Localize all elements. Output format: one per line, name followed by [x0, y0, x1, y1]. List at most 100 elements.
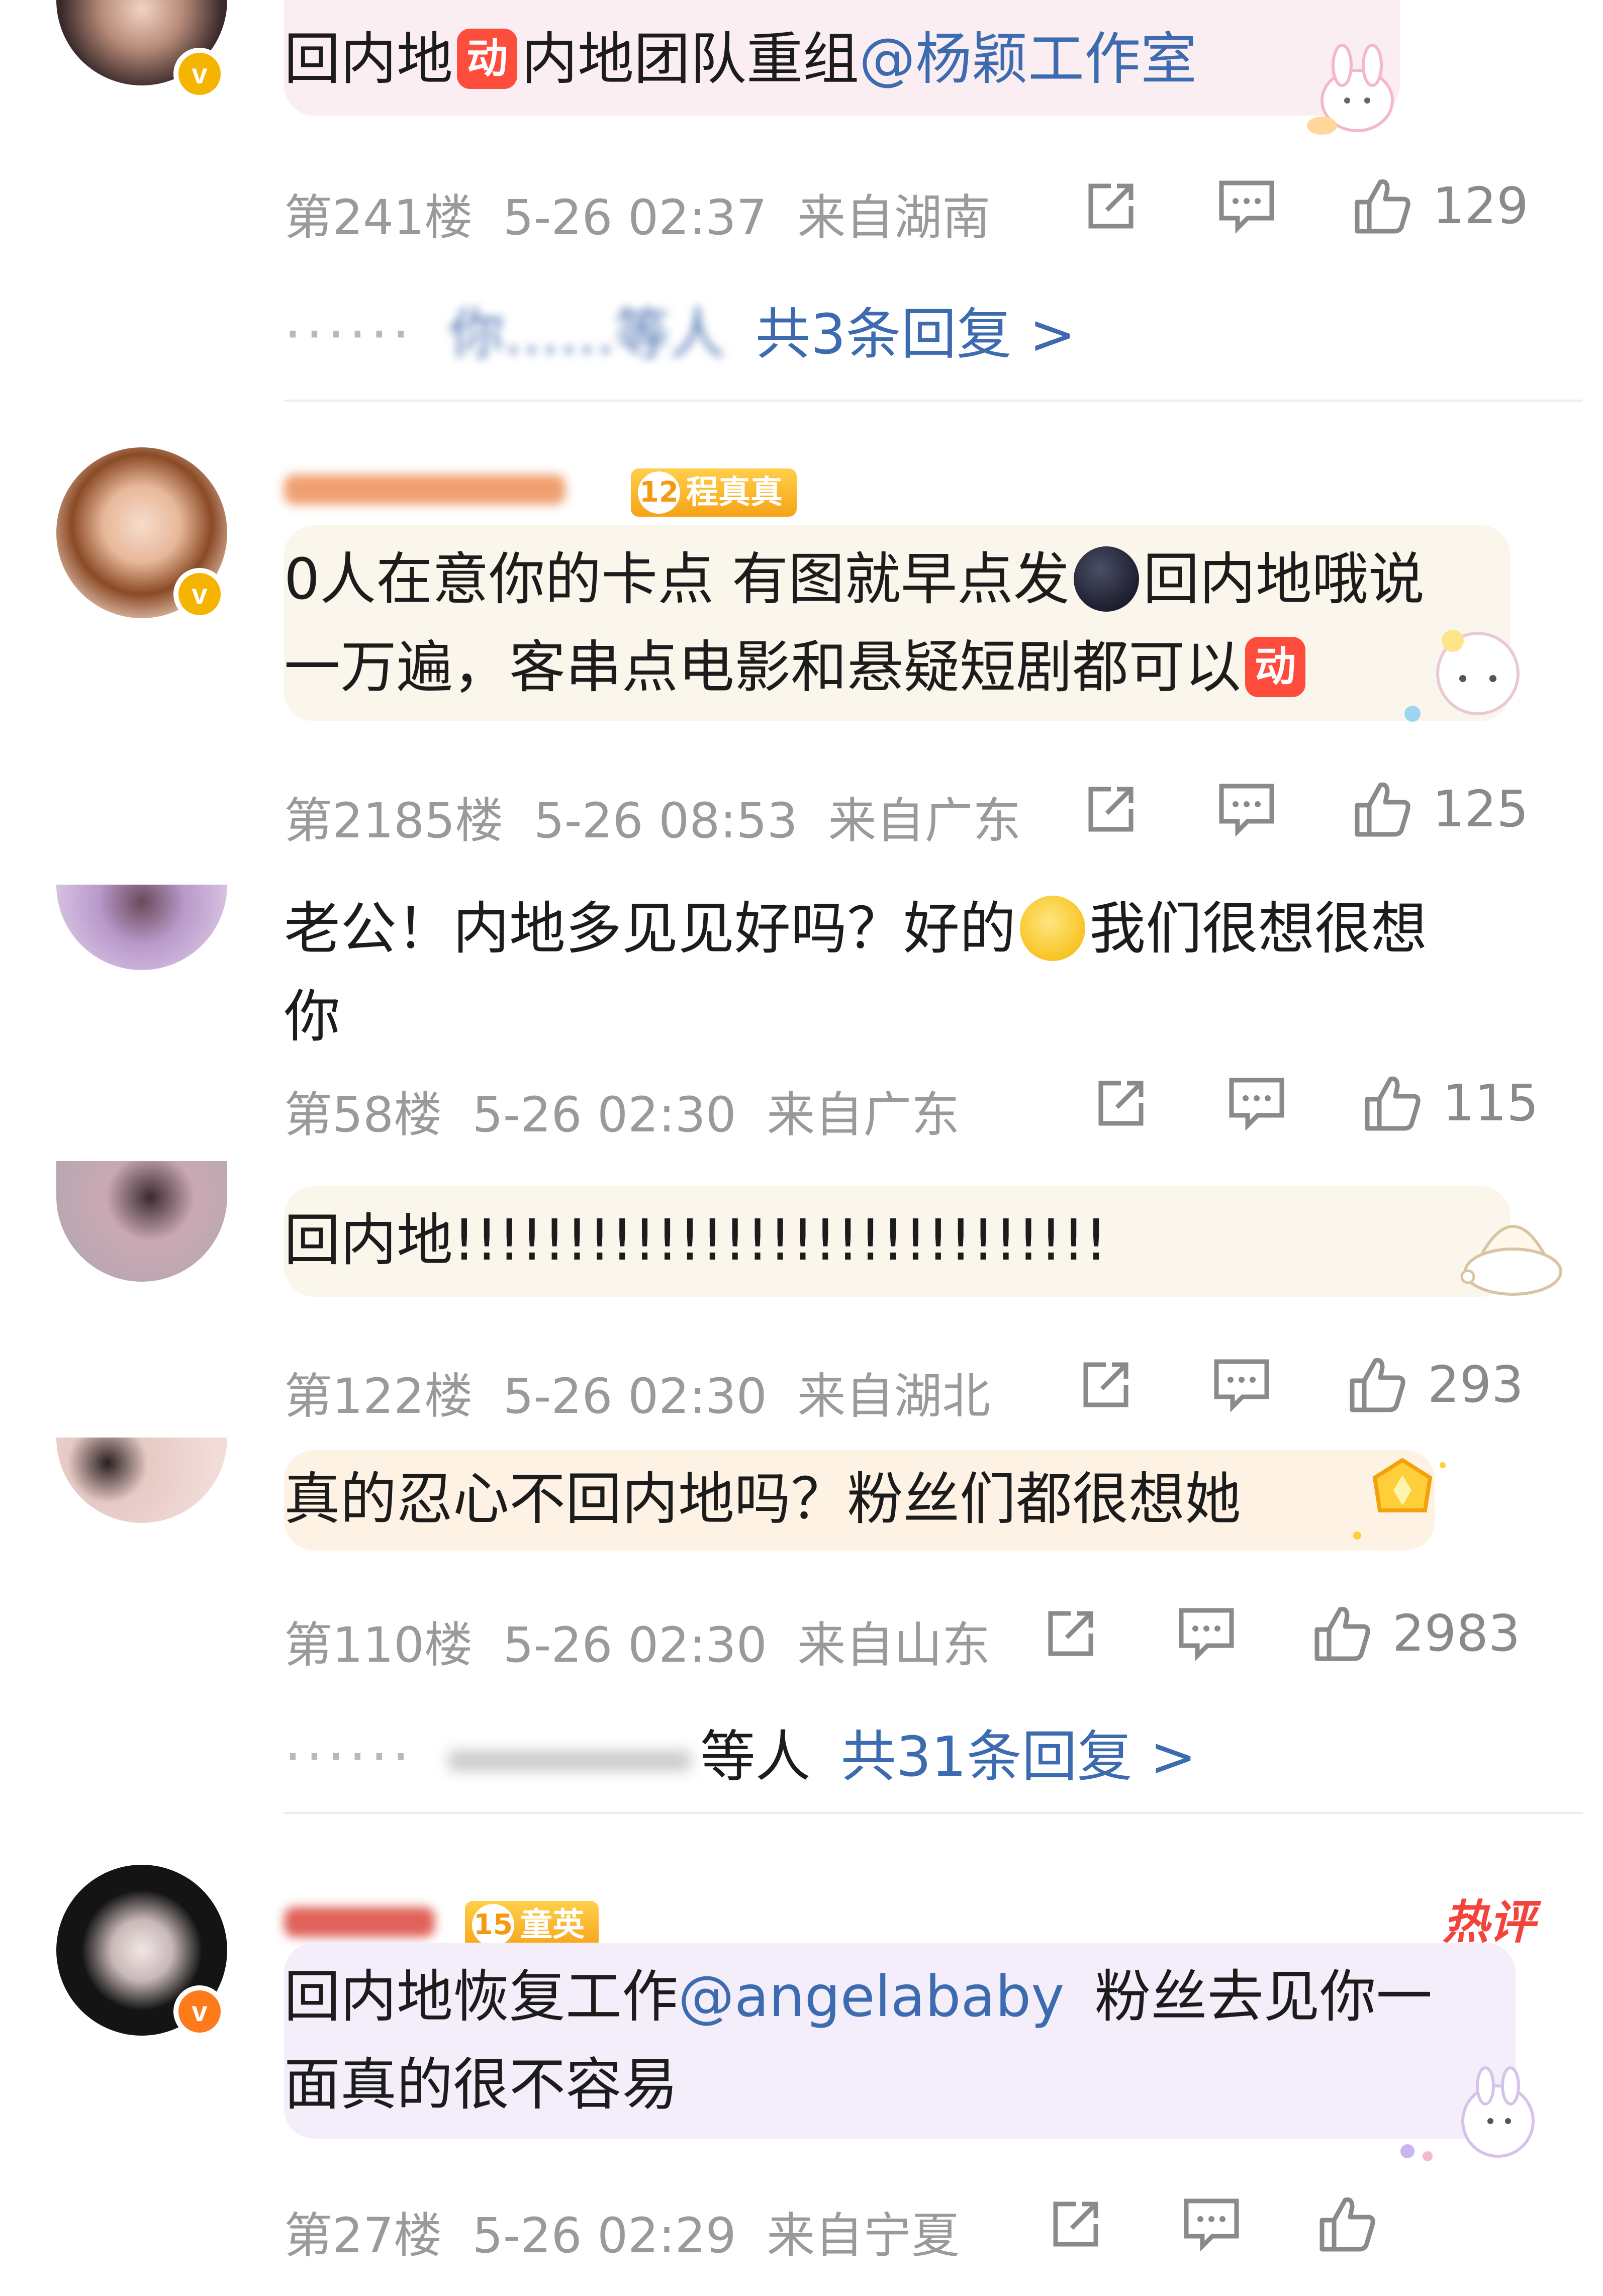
comment-date: 5-26 02:37: [503, 189, 767, 246]
comment-icon[interactable]: [1211, 1355, 1272, 1415]
comment-actions: 115: [1091, 1073, 1543, 1138]
comment-text: 回内地!!!!!!!!!!!!!!!!!!!!!!!!!!!!!: [284, 1208, 1108, 1273]
fan-badge[interactable]: 12 程真真: [631, 468, 797, 517]
bun-sticker-icon: [1460, 1225, 1562, 1296]
comment-text-line-1: 老公！内地多见见好吗？好的 我们很想很想: [284, 896, 1427, 962]
comment-meta: 第110楼 5-26 02:30 来自山东: [284, 1606, 990, 1676]
comment-icon[interactable]: [1216, 779, 1277, 839]
divider: [284, 400, 1583, 402]
comment-location: 来自山东: [797, 1617, 991, 1673]
pleading-face-icon: [1020, 896, 1085, 962]
username-blurred: [284, 1907, 435, 1937]
mention-link[interactable]: @杨颖工作室: [859, 27, 1197, 92]
gift-badge-icon: 动: [1245, 637, 1305, 698]
comment-date: 5-26 08:53: [533, 793, 798, 849]
comment-meta: 第122楼 5-26 02:30 来自湖北: [284, 1357, 990, 1427]
avatar[interactable]: [56, 1438, 227, 1523]
comment-item: 回内地!!!!!!!!!!!!!!!!!!!!!!!!!!!!! 第122楼 5…: [0, 1156, 1603, 1438]
floor-number: 第58楼: [284, 1087, 442, 1143]
view-replies-link[interactable]: 共3条回复 >: [756, 302, 1076, 366]
new-moon-face-icon: [1073, 546, 1139, 612]
share-icon[interactable]: [1046, 2194, 1106, 2254]
more-replies-row[interactable]: ······ 等人 共31条回复 >: [284, 1711, 1196, 1792]
username-blurred: [284, 474, 565, 505]
floor-number: 第2185楼: [284, 793, 504, 849]
comment-actions: 129: [1081, 176, 1533, 241]
comment-item: 真的忍心不回内地吗？粉丝们都很想她 第110楼 5-26 02:30 来自山东 …: [0, 1438, 1603, 1820]
reply-authors: 等人: [700, 1725, 811, 1789]
comment-location: 来自湖南: [797, 189, 991, 246]
comment-location: 来自宁夏: [767, 2208, 960, 2264]
comment-icon[interactable]: [1181, 2194, 1242, 2254]
like-count: 125: [1433, 780, 1529, 838]
comment-meta: 第58楼 5-26 02:30 来自广东: [284, 1076, 960, 1145]
verified-badge-icon: v: [173, 1985, 226, 2038]
comment-item: v 12 程真真 0人在意你的卡点 有图就早点发 回内地哦说 一万遍，客串点电影和…: [0, 402, 1603, 854]
comment-date: 5-26 02:30: [503, 1368, 767, 1424]
thumbs-up-icon[interactable]: [1317, 2194, 1377, 2254]
thumbs-up-icon[interactable]: [1352, 779, 1412, 839]
fan-badge-label: 程真真: [686, 474, 783, 511]
fan-badge[interactable]: 15 童英: [465, 1901, 599, 1949]
comment-icon[interactable]: [1216, 176, 1277, 236]
comment-text: 回内地动内地团队重组@杨颖工作室: [284, 27, 1197, 92]
divider: [284, 1812, 1583, 1814]
hot-comment-tag: 热评: [1442, 1895, 1535, 1949]
mention-link[interactable]: @angelababy: [678, 1964, 1064, 2030]
comment-meta: 第27楼 5-26 02:29 来自宁夏: [284, 2196, 960, 2266]
fan-level: 15: [472, 1904, 514, 1946]
share-icon[interactable]: [1091, 1073, 1151, 1133]
comment-item: v 回内地动内地团队重组@杨颖工作室 第241楼 5-26 02:37 来自湖南…: [0, 0, 1603, 402]
comment-text-line-2: 你: [284, 984, 340, 1049]
thumbs-up-icon[interactable]: [1362, 1073, 1423, 1133]
gold-medal-sticker-icon: [1353, 1458, 1446, 1540]
gift-badge-icon: 动: [457, 29, 517, 89]
comment-date: 5-26 02:30: [503, 1617, 767, 1673]
like-count: 293: [1428, 1355, 1524, 1414]
comment-icon[interactable]: [1176, 1603, 1237, 1664]
floor-number: 第241楼: [284, 189, 473, 246]
comment-actions: [1046, 2194, 1498, 2259]
thumbs-up-icon[interactable]: [1347, 1355, 1407, 1415]
comment-text-line-1: 0人在意你的卡点 有图就早点发 回内地哦说: [284, 546, 1425, 612]
fan-level: 12: [638, 471, 680, 514]
avatar[interactable]: [56, 1161, 227, 1282]
comment-actions: 125: [1081, 779, 1533, 844]
comment-date: 5-26 02:30: [472, 1087, 736, 1143]
thumbs-up-icon[interactable]: [1312, 1603, 1372, 1664]
share-icon[interactable]: [1081, 176, 1141, 236]
floor-number: 第110楼: [284, 1617, 473, 1673]
reply-authors: 你……等人: [448, 302, 725, 366]
bunny-sticker-icon: [1307, 44, 1394, 135]
floor-number: 第122楼: [284, 1368, 473, 1424]
thumbs-up-icon[interactable]: [1352, 176, 1412, 236]
comment-text-line-2: 一万遍，客串点电影和悬疑短剧都可以动: [284, 623, 1309, 712]
comment-meta: 第2185楼 5-26 08:53 来自广东: [284, 782, 1021, 851]
comment-text: 真的忍心不回内地吗？粉丝们都很想她: [284, 1467, 1241, 1532]
ellipsis-icon: ······: [284, 302, 414, 366]
view-replies-link[interactable]: 共31条回复 >: [841, 1725, 1196, 1789]
fan-badge-label: 童英: [520, 1906, 585, 1944]
comment-actions: 2983: [1041, 1603, 1543, 1669]
reply-authors-blurred: [448, 1750, 690, 1771]
comment-location: 来自广东: [828, 793, 1021, 849]
floor-number: 第27楼: [284, 2208, 442, 2264]
like-count: 2983: [1392, 1604, 1521, 1663]
more-replies-row[interactable]: ······ 你……等人 共3条回复 >: [284, 289, 1076, 369]
ellipsis-icon: ······: [284, 1725, 414, 1789]
comment-actions: 293: [1076, 1355, 1528, 1420]
comment-date: 5-26 02:29: [472, 2208, 736, 2264]
share-icon[interactable]: [1041, 1603, 1101, 1664]
avatar[interactable]: [56, 885, 227, 970]
comment-text-line-2: 面真的很不容易: [284, 2052, 678, 2118]
username-row: 12 程真真: [284, 462, 887, 523]
comment-location: 来自湖北: [797, 1368, 991, 1424]
share-icon[interactable]: [1081, 779, 1141, 839]
comment-location: 来自广东: [767, 1087, 960, 1143]
verified-badge-icon: v: [173, 568, 226, 620]
verified-badge-icon: v: [173, 48, 226, 100]
comment-icon[interactable]: [1227, 1073, 1287, 1133]
share-icon[interactable]: [1076, 1355, 1136, 1415]
like-count: 115: [1443, 1074, 1539, 1132]
comment-item: 老公！内地多见见好吗？好的 我们很想很想 你 第58楼 5-26 02:30 来自…: [0, 854, 1603, 1156]
